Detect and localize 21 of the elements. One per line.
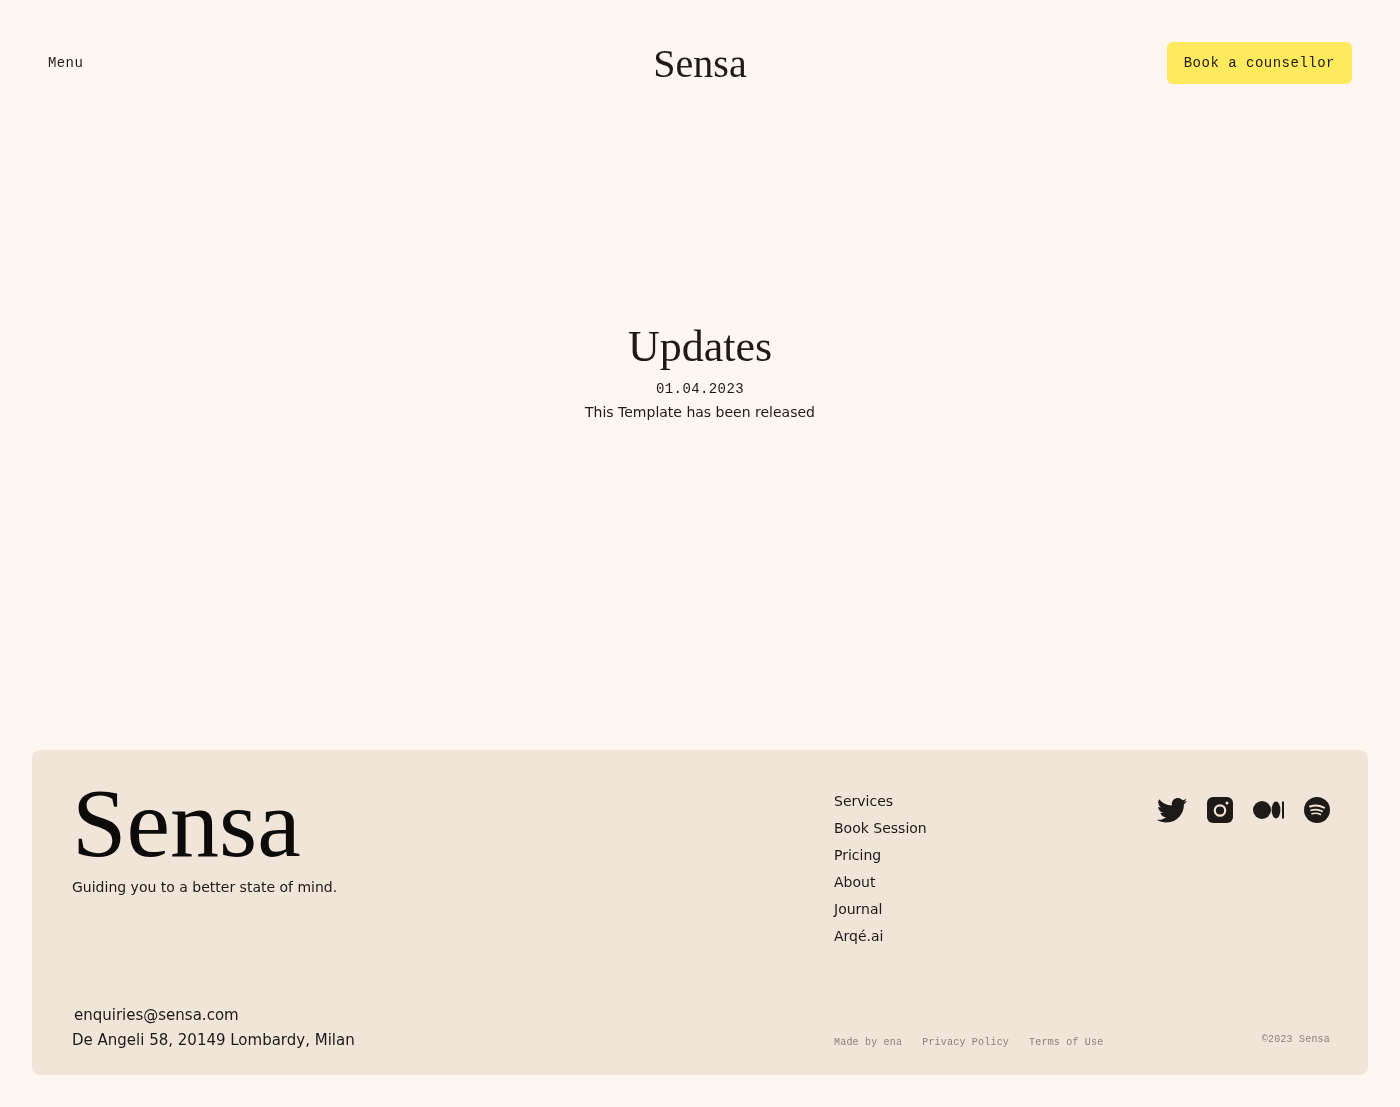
footer-nav-link[interactable]: Journal [834, 896, 883, 923]
postal-address: De Angeli 58, 20149 Lombardy, Milan [72, 1030, 355, 1051]
logo-wordmark[interactable]: Sensa [653, 42, 747, 86]
book-counsellor-button[interactable]: Book a counsellor [1166, 42, 1352, 84]
arcs-circle-icon[interactable] [1304, 797, 1330, 823]
page-title: Updates [627, 323, 773, 371]
update-text: This Template has been released [585, 403, 815, 422]
update-date: 01.04.2023 [656, 380, 744, 398]
email-link[interactable]: enquiries@sensa.com [74, 1003, 239, 1028]
copyright-text: ©2023 Sensa [1261, 1033, 1330, 1047]
footer-nav-link[interactable]: Book Session [834, 815, 927, 842]
bird-icon[interactable] [1157, 797, 1187, 823]
footer-nav-link[interactable]: Services [834, 788, 894, 815]
footer-nav-link[interactable]: About [834, 869, 876, 896]
footer-tagline: Guiding you to a better state of mind. [72, 878, 338, 897]
menu-link[interactable]: Menu [48, 54, 84, 72]
ovals-bar-icon[interactable] [1253, 800, 1284, 820]
footer-logo-wordmark: Sensa [72, 778, 301, 868]
camera-icon[interactable] [1207, 797, 1233, 823]
footer-nav-link[interactable]: Arqé.ai [834, 923, 884, 950]
footer-nav-link[interactable]: Pricing [834, 842, 882, 869]
